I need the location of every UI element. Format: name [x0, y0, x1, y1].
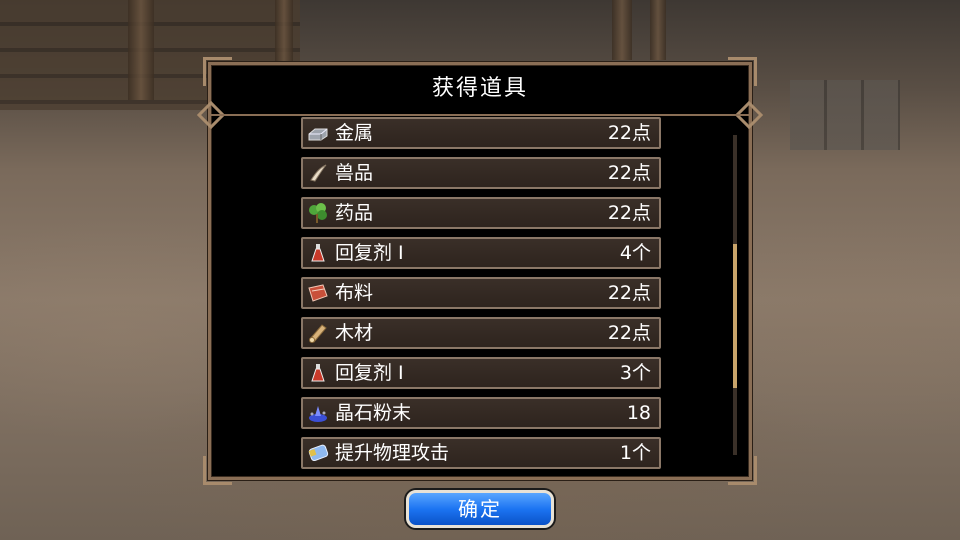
scrollbar[interactable] [733, 135, 737, 455]
item-row[interactable]: 回复剂 I 3个 [301, 357, 661, 389]
item-quantity: 18 [626, 402, 651, 424]
herb-icon [307, 202, 329, 224]
background-beam [275, 0, 293, 70]
metal-ingot-icon [307, 122, 329, 144]
item-quantity: 22点 [607, 282, 651, 304]
game-scene: 获得道具 金属 22点 兽品 22点 药品 22点 回复剂 I 4个 布料 22点 木材 22点 回复剂… [0, 0, 960, 540]
item-row[interactable]: 布料 22点 [301, 277, 661, 309]
background-beam [128, 0, 154, 100]
ornament-corner [728, 456, 757, 485]
item-quantity: 3个 [619, 362, 651, 384]
item-quantity: 22点 [607, 122, 651, 144]
beast-claw-icon [307, 162, 329, 184]
wood-log-icon [307, 322, 329, 344]
item-quantity: 22点 [607, 202, 651, 224]
item-name: 提升物理攻击 [335, 442, 450, 464]
item-quantity: 4个 [619, 242, 651, 264]
item-name: 药品 [335, 202, 374, 224]
item-name: 金属 [335, 122, 374, 144]
item-row[interactable]: 木材 22点 [301, 317, 661, 349]
item-row[interactable]: 提升物理攻击 1个 [301, 437, 661, 469]
item-acquired-dialog: 获得道具 金属 22点 兽品 22点 药品 22点 回复剂 I 4个 布料 22点 木材 22点 回复剂… [196, 57, 764, 485]
item-quantity: 1个 [619, 442, 651, 464]
item-row[interactable]: 晶石粉末 18 [301, 397, 661, 429]
item-name: 晶石粉末 [335, 402, 412, 424]
item-quantity: 22点 [607, 162, 651, 184]
item-row[interactable]: 金属 22点 [301, 117, 661, 149]
item-name: 回复剂 I [335, 362, 404, 384]
item-name: 回复剂 I [335, 242, 404, 264]
item-row[interactable]: 回复剂 I 4个 [301, 237, 661, 269]
item-name: 布料 [335, 282, 374, 304]
ornament-corner [203, 456, 232, 485]
crystal-powder-icon [307, 402, 329, 424]
potion-flask-icon [307, 242, 329, 264]
scroll-thumb[interactable] [733, 244, 737, 388]
background-stone-blocks [790, 80, 900, 150]
item-row[interactable]: 兽品 22点 [301, 157, 661, 189]
item-quantity: 22点 [607, 322, 651, 344]
confirm-button[interactable]: 确定 [406, 490, 554, 528]
background-beam [650, 0, 666, 60]
item-name: 木材 [335, 322, 374, 344]
potion-flask-icon [307, 362, 329, 384]
cloth-icon [307, 282, 329, 304]
dialog-title: 获得道具 [431, 76, 528, 101]
item-row[interactable]: 药品 22点 [301, 197, 661, 229]
item-list[interactable]: 金属 22点 兽品 22点 药品 22点 回复剂 I 4个 布料 22点 木材 22点 回复剂 I 3个晶… [301, 117, 663, 477]
background-beam [612, 0, 632, 60]
item-name: 兽品 [335, 162, 374, 184]
title-divider [211, 114, 749, 116]
attack-boost-icon [307, 442, 329, 464]
